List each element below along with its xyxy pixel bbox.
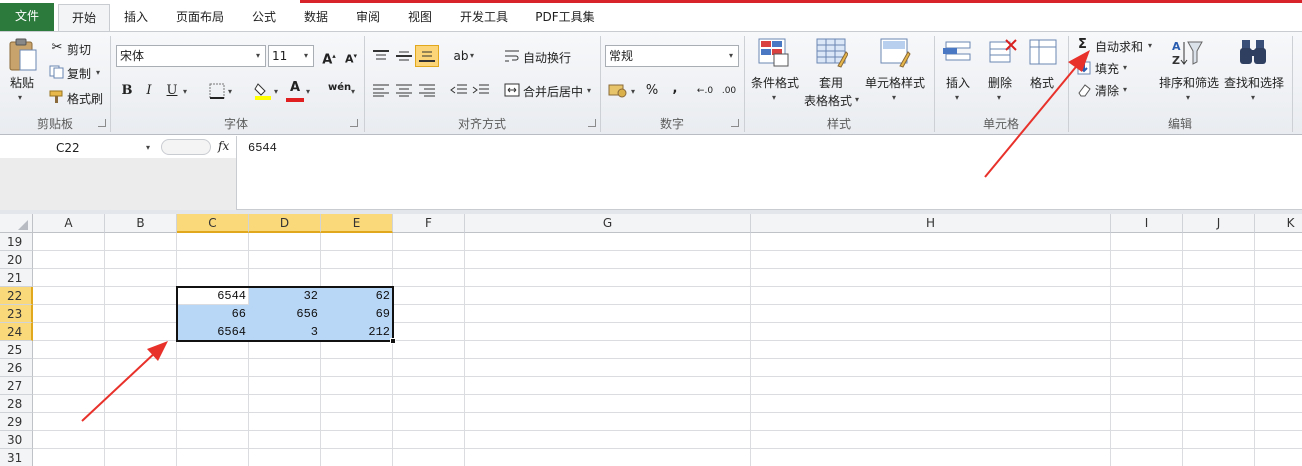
annotation-arrows xyxy=(81,50,1090,422)
annotation-arrow-selection xyxy=(81,341,168,422)
annotation-arrow-autosum xyxy=(984,50,1090,178)
